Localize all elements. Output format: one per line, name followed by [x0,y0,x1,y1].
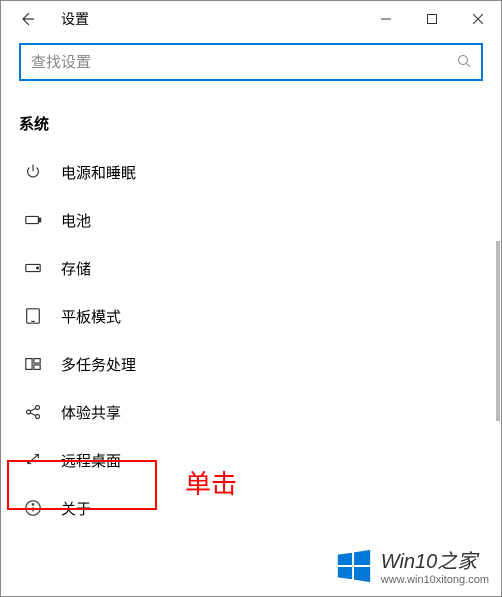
menu-item-label: 远程桌面 [61,450,121,471]
search-box[interactable] [19,43,483,81]
menu-item-battery[interactable]: 电池 [1,196,501,244]
menu-item-remote-desktop[interactable]: 远程桌面 [1,436,501,484]
minimize-icon [381,14,391,24]
annotation-text: 单击 [185,464,237,501]
windows-logo-icon [335,547,373,585]
close-button[interactable] [455,1,501,37]
search-container [1,37,501,93]
menu-item-power-sleep[interactable]: 电源和睡眠 [1,148,501,196]
minimize-button[interactable] [363,1,409,37]
menu-item-label: 关于 [61,498,91,519]
multitasking-icon [23,354,43,374]
back-button[interactable] [9,1,45,37]
menu-item-label: 电池 [61,210,91,231]
remote-desktop-icon [23,450,43,470]
storage-icon [23,258,43,278]
watermark-title: Win10之家 [381,545,489,574]
menu-item-label: 存储 [61,258,91,279]
battery-icon [23,210,43,230]
menu-item-label: 平板模式 [61,306,121,327]
tablet-icon [23,306,43,326]
menu-item-shared-experiences[interactable]: 体验共享 [1,388,501,436]
window-controls [363,1,501,37]
menu-item-multitasking[interactable]: 多任务处理 [1,340,501,388]
info-icon [23,498,43,518]
menu-item-storage[interactable]: 存储 [1,244,501,292]
power-icon [23,162,43,182]
menu-item-tablet-mode[interactable]: 平板模式 [1,292,501,340]
maximize-icon [427,14,437,24]
search-input[interactable] [31,54,457,71]
menu-item-label: 体验共享 [61,402,121,423]
category-header: 系统 [1,93,501,142]
menu-item-label: 多任务处理 [61,354,136,375]
scrollbar-thumb[interactable] [496,241,500,421]
window-title: 设置 [61,9,89,29]
menu-list: 电源和睡眠 电池 存储 平板模式 多任务处理 体验共享 远程桌面 [1,142,501,532]
menu-item-about[interactable]: 关于 [1,484,501,532]
titlebar: 设置 [1,1,501,37]
search-icon [457,54,471,71]
menu-item-label: 电源和睡眠 [61,162,136,183]
watermark: Win10之家 www.win10xitong.com [335,545,489,586]
back-arrow-icon [19,11,35,27]
close-icon [473,14,483,24]
watermark-url: www.win10xitong.com [381,574,489,586]
maximize-button[interactable] [409,1,455,37]
share-icon [23,402,43,422]
